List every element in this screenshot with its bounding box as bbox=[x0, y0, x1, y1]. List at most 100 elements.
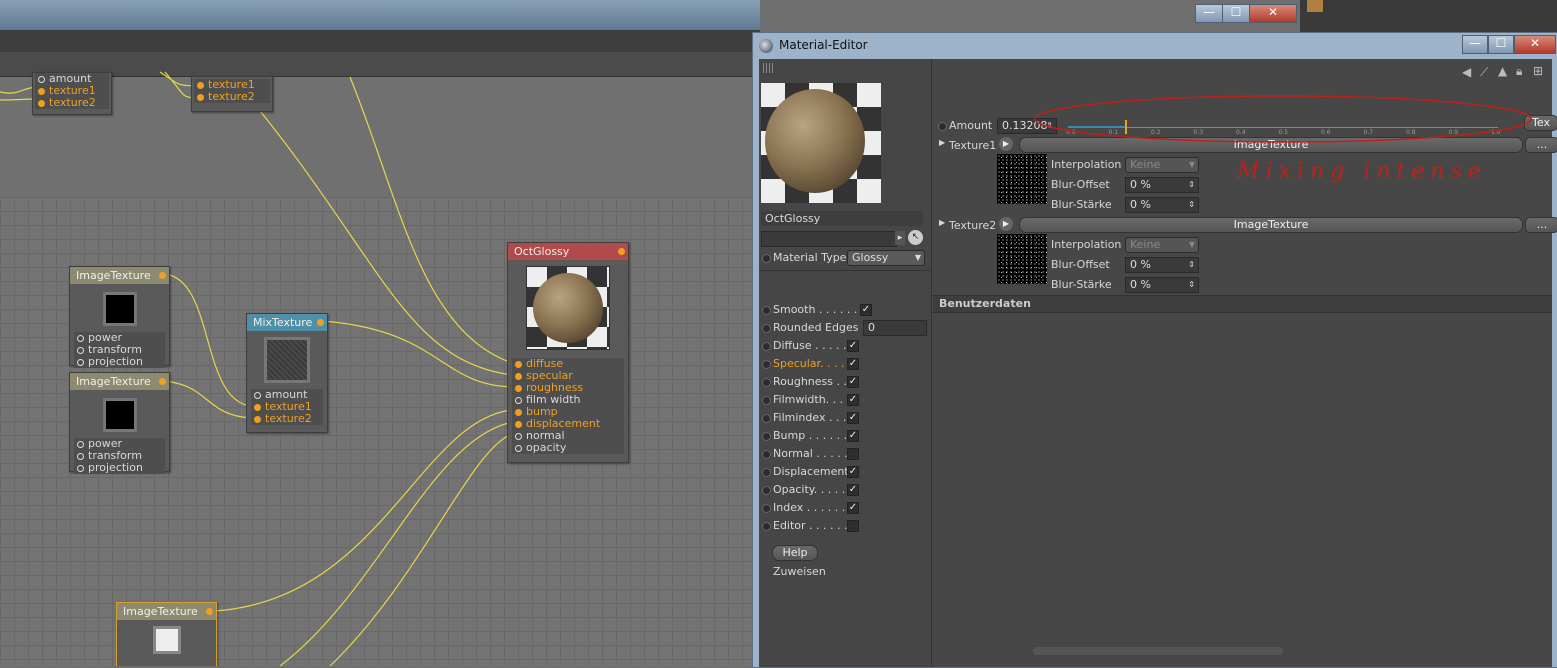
channel-checkbox[interactable] bbox=[847, 448, 859, 460]
node-partial-mid[interactable]: texture1 texture2 bbox=[191, 76, 273, 112]
animate-dot-icon[interactable] bbox=[762, 414, 771, 423]
stepper-icon[interactable]: ⇕ bbox=[1188, 198, 1195, 212]
blur-strength-input[interactable]: 0 % ⇕ bbox=[1125, 277, 1199, 293]
channel-label: Specular. . . . bbox=[773, 357, 845, 370]
blur-strength-input[interactable]: 0 % ⇕ bbox=[1125, 197, 1199, 213]
animate-dot-icon[interactable] bbox=[762, 522, 771, 531]
port-texture2[interactable]: texture2 bbox=[194, 91, 270, 103]
channel-label: Rounded Edges bbox=[773, 321, 859, 334]
output-port[interactable] bbox=[159, 272, 166, 279]
animate-dot-icon[interactable] bbox=[762, 396, 771, 405]
window-titlebar[interactable]: Material-Editor — ☐ ✕ bbox=[753, 33, 1557, 59]
animate-dot-icon[interactable] bbox=[762, 378, 771, 387]
channel-row[interactable]: Index . . . . . . ✓ bbox=[759, 499, 929, 516]
channel-row[interactable]: Roughness . . ✓ bbox=[759, 373, 929, 390]
channel-row[interactable]: Rounded Edges 0 bbox=[759, 319, 929, 336]
material-type-select[interactable]: Glossy ▼ bbox=[847, 250, 925, 266]
channel-row[interactable]: Diffuse . . . . . ✓ bbox=[759, 337, 929, 354]
node-editor[interactable]: amount texture1 texture2 texture1 textur… bbox=[0, 0, 760, 666]
channel-row[interactable]: Normal . . . . . bbox=[759, 445, 929, 462]
node-octglossy[interactable]: OctGlossy diffuse specular roughness fil… bbox=[507, 242, 629, 463]
node-imagetexture-1[interactable]: ImageTexture power transform projection bbox=[69, 266, 170, 368]
channel-checkbox[interactable]: ✓ bbox=[847, 412, 859, 424]
animate-dot-icon[interactable] bbox=[762, 450, 771, 459]
channel-row[interactable]: Specular. . . . ✓ bbox=[759, 355, 929, 372]
material-preview-large[interactable] bbox=[761, 83, 881, 203]
node-mixtexture[interactable]: MixTexture amount texture1 texture2 bbox=[246, 313, 328, 433]
node-title: ImageTexture bbox=[117, 603, 216, 620]
material-name-field[interactable]: OctGlossy bbox=[761, 211, 923, 226]
port-texture2[interactable]: texture2 bbox=[35, 97, 109, 109]
texture-preview bbox=[264, 337, 310, 383]
animate-dot-icon[interactable] bbox=[762, 254, 771, 263]
channel-row[interactable]: Smooth . . . . . . ✓ bbox=[759, 301, 929, 318]
channel-checkbox[interactable]: ✓ bbox=[847, 430, 859, 442]
texture2-shader-button[interactable]: ImageTexture bbox=[1019, 217, 1523, 233]
close-button[interactable]: ✕ bbox=[1514, 35, 1556, 54]
output-port[interactable] bbox=[317, 319, 324, 326]
expand-arrow-icon[interactable]: ▶ bbox=[939, 218, 945, 227]
sphere-icon bbox=[533, 273, 603, 343]
node-partial-left[interactable]: amount texture1 texture2 bbox=[32, 72, 112, 115]
parent-minimize-button[interactable]: — bbox=[1195, 4, 1223, 23]
output-port[interactable] bbox=[159, 378, 166, 385]
parent-maximize-button[interactable]: ☐ bbox=[1222, 4, 1250, 23]
material-editor-window[interactable]: Material-Editor — ☐ ✕ OctGlossy ▸ ↖ Mate… bbox=[752, 32, 1557, 668]
animate-dot-icon[interactable] bbox=[762, 342, 771, 351]
blur-offset-input[interactable]: 0 % ⇕ bbox=[1125, 257, 1199, 273]
stepper-icon[interactable]: ⇕ bbox=[1188, 278, 1195, 292]
channel-row[interactable]: Filmindex . . . ✓ bbox=[759, 409, 929, 426]
user-data-header[interactable]: Benutzerdaten bbox=[933, 295, 1552, 313]
port-projection[interactable]: projection bbox=[74, 356, 165, 368]
channel-row[interactable]: Displacement ✓ bbox=[759, 463, 929, 480]
maximize-button[interactable]: ☐ bbox=[1488, 35, 1514, 54]
channel-label: Editor . . . . . . bbox=[773, 519, 848, 532]
animate-dot-icon[interactable] bbox=[762, 432, 771, 441]
minimize-button[interactable]: — bbox=[1462, 35, 1488, 54]
assign-tab[interactable]: Zuweisen bbox=[773, 565, 826, 578]
animate-dot-icon[interactable] bbox=[762, 306, 771, 315]
channel-checkbox[interactable]: ✓ bbox=[847, 376, 859, 388]
node-imagetexture-3[interactable]: ImageTexture bbox=[116, 602, 217, 666]
output-port[interactable] bbox=[206, 608, 213, 615]
help-button[interactable]: Help bbox=[772, 545, 818, 561]
channel-checkbox[interactable]: ✓ bbox=[847, 394, 859, 406]
texture2-label: Texture2 bbox=[949, 219, 997, 232]
port-texture2[interactable]: texture2 bbox=[251, 413, 323, 425]
node-title: ImageTexture bbox=[70, 373, 169, 390]
animate-dot-icon[interactable] bbox=[762, 324, 771, 333]
output-port[interactable] bbox=[618, 248, 625, 255]
channel-checkbox[interactable]: ✓ bbox=[847, 340, 859, 352]
horizontal-scrollbar[interactable] bbox=[1033, 647, 1283, 655]
picker-icon[interactable]: ↖ bbox=[908, 230, 923, 245]
play-arrow-icon[interactable]: ▶ bbox=[999, 217, 1013, 231]
channel-label: Smooth . . . . . . bbox=[773, 303, 858, 316]
channel-label: Bump . . . . . . bbox=[773, 429, 848, 442]
channel-checkbox[interactable]: ✓ bbox=[860, 304, 872, 316]
channel-row[interactable]: Editor . . . . . . bbox=[759, 517, 929, 534]
channel-checkbox[interactable]: ✓ bbox=[847, 502, 859, 514]
channel-row[interactable]: Bump . . . . . . ✓ bbox=[759, 427, 929, 444]
rounded-edges-input[interactable]: 0 bbox=[863, 320, 927, 336]
port-opacity[interactable]: opacity bbox=[512, 442, 624, 454]
channel-checkbox[interactable]: ✓ bbox=[847, 466, 859, 478]
material-search-field[interactable] bbox=[761, 231, 897, 247]
channel-row[interactable]: Opacity. . . . . ✓ bbox=[759, 481, 929, 498]
parent-close-button[interactable]: ✕ bbox=[1249, 4, 1297, 23]
channel-label: Roughness . . bbox=[773, 375, 847, 388]
channel-checkbox[interactable]: ✓ bbox=[847, 358, 859, 370]
animate-dot-icon[interactable] bbox=[762, 468, 771, 477]
interp-select[interactable]: Keine ▼ bbox=[1125, 237, 1199, 253]
grip-icon[interactable] bbox=[763, 63, 773, 73]
channel-checkbox[interactable] bbox=[847, 520, 859, 532]
animate-dot-icon[interactable] bbox=[762, 486, 771, 495]
texture2-more-button[interactable]: ... bbox=[1525, 217, 1557, 233]
animate-dot-icon[interactable] bbox=[762, 360, 771, 369]
node-imagetexture-2[interactable]: ImageTexture power transform projection bbox=[69, 372, 170, 474]
channel-row[interactable]: Filmwidth. . . ✓ bbox=[759, 391, 929, 408]
animate-dot-icon[interactable] bbox=[762, 504, 771, 513]
arrow-right-icon[interactable]: ▸ bbox=[895, 231, 905, 245]
channel-checkbox[interactable]: ✓ bbox=[847, 484, 859, 496]
stepper-icon[interactable]: ⇕ bbox=[1188, 258, 1195, 272]
port-projection[interactable]: projection bbox=[74, 462, 165, 474]
